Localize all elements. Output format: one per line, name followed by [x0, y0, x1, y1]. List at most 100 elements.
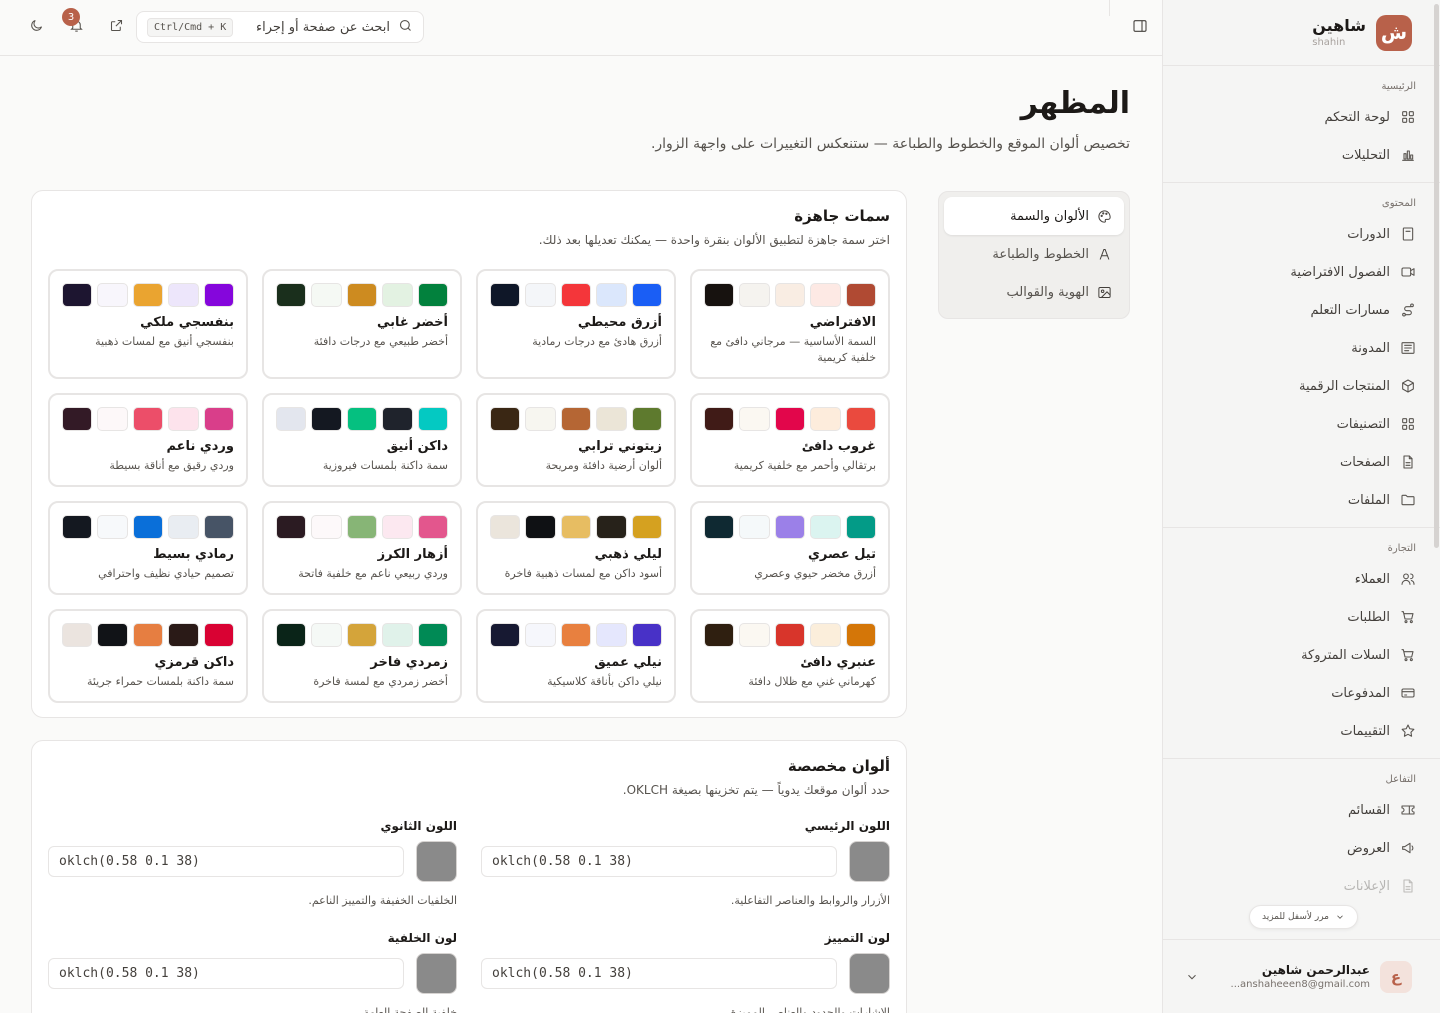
route-icon: [1400, 302, 1416, 318]
sidebar-item[interactable]: الملفات: [1163, 481, 1440, 519]
sidebar-item[interactable]: مسارات التعلم: [1163, 291, 1440, 329]
theme-card[interactable]: عنبري دافئ كهرماني غني مع ظلال دافئة: [690, 609, 890, 703]
theme-name: الافتراضي: [809, 315, 876, 330]
color-swatch: [560, 515, 592, 539]
theme-card[interactable]: نيلي عميق نيلي داكن بأناقة كلاسيكية: [476, 609, 676, 703]
color-value-input[interactable]: [481, 846, 837, 877]
sidebar-item[interactable]: العملاء: [1163, 560, 1440, 598]
search-box[interactable]: ابحث عن صفحة أو إجراء Ctrl/Cmd + K: [136, 11, 424, 43]
scroll-more-hint[interactable]: مرر لأسفل للمزيد: [1248, 905, 1358, 929]
sidebar-item[interactable]: لوحة التحكم: [1163, 98, 1440, 136]
shortcut-hint: Ctrl/Cmd + K: [147, 17, 234, 37]
grid-icon: [1400, 109, 1416, 125]
theme-swatches: [61, 623, 234, 647]
chevron-down-icon: [1337, 915, 1343, 919]
cart-icon: [1400, 647, 1416, 663]
sidebar-item[interactable]: المدفوعات: [1163, 674, 1440, 712]
theme-description: أزرق هادئ مع درجات رمادية: [532, 335, 662, 348]
sidebar-item[interactable]: الفصول الافتراضية: [1163, 253, 1440, 291]
sidebar-item[interactable]: الصفحات: [1163, 443, 1440, 481]
theme-card[interactable]: داكن أنيق سمة داكنة بلمسات فيروزية: [262, 393, 462, 487]
color-value-input[interactable]: [48, 846, 404, 877]
theme-card[interactable]: تيل عصري أزرق مخضر حيوي وعصري: [690, 501, 890, 595]
color-swatch: [311, 623, 342, 647]
tab[interactable]: الخطوط والطباعة: [944, 235, 1124, 273]
sidebar-item[interactable]: الدورات: [1163, 215, 1440, 253]
sidebar-item[interactable]: الإعلانات: [1163, 867, 1440, 905]
sidebar-scrollbar[interactable]: [1432, 0, 1440, 1013]
sidebar-item-label: الصفحات: [1339, 454, 1390, 470]
theme-name: ليلي ذهبي: [594, 547, 662, 562]
brand[interactable]: ش شاهين shahin: [1163, 0, 1440, 66]
theme-card[interactable]: أزرق محيطي أزرق هادئ مع درجات رمادية: [476, 269, 676, 379]
sidebar-item[interactable]: التحليلات: [1163, 136, 1440, 174]
theme-card[interactable]: بنفسجي ملكي بنفسجي أنيق مع لمسات ذهبية: [48, 269, 248, 379]
theme-card[interactable]: أزهار الكرز وردي ربيعي ناعم مع خلفية فاتح…: [262, 501, 462, 595]
users-icon: [1400, 571, 1416, 587]
color-swatch: [489, 623, 521, 647]
notification-badge: 3: [62, 8, 80, 26]
color-swatch: [132, 407, 164, 431]
external-link-icon[interactable]: [104, 18, 124, 38]
color-swatch: [703, 515, 735, 539]
color-swatch: [560, 407, 592, 431]
theme-card[interactable]: وردي ناعم وردي رقيق مع أناقة بسيطة: [48, 393, 248, 487]
search-input[interactable]: ابحث عن صفحة أو إجراء: [241, 20, 390, 35]
color-swatch: [703, 407, 735, 431]
theme-card[interactable]: زمردي فاخر أخضر زمردي مع لمسة فاخرة: [262, 609, 462, 703]
theme-card[interactable]: الافتراضي السمة الأساسية — مرجاني دافئ مع…: [690, 269, 890, 379]
theme-card[interactable]: ليلي ذهبي أسود داكن مع لمسات ذهبية فاخرة: [476, 501, 676, 595]
theme-grid: الافتراضي السمة الأساسية — مرجاني دافئ مع…: [48, 269, 890, 703]
chevron-down-icon[interactable]: [1183, 969, 1199, 985]
theme-card[interactable]: داكن قرمزي سمة داكنة بلمسات حمراء جريئة: [48, 609, 248, 703]
color-swatch: [382, 515, 413, 539]
theme-card[interactable]: أخضر غابي أخضر طبيعي مع درجات دافئة: [262, 269, 462, 379]
palette-icon: [1097, 209, 1112, 224]
sidebar-item-label: مسارات التعلم: [1310, 302, 1390, 318]
theme-swatches: [61, 407, 234, 431]
sidebar-item[interactable]: التصنيفات: [1163, 405, 1440, 443]
user-menu[interactable]: ع عبدالرحمن شاهين ...anshaheeen8@gmail.c…: [1163, 939, 1440, 1013]
color-value-input[interactable]: [48, 958, 404, 989]
theme-description: وردي رقيق مع أناقة بسيطة: [109, 459, 234, 472]
field-label: اللون الرئيسي: [804, 819, 890, 833]
sidebar-item[interactable]: الطلبات: [1163, 598, 1440, 636]
color-value-input[interactable]: [481, 958, 837, 989]
sidebar-item[interactable]: القسائم: [1163, 791, 1440, 829]
sidebar-toggle-icon[interactable]: [1128, 18, 1148, 38]
color-picker[interactable]: [849, 953, 890, 994]
scrollbar-thumb[interactable]: [1434, 4, 1439, 548]
color-swatch: [810, 623, 841, 647]
color-swatch: [417, 407, 448, 431]
sidebar-item-label: القسائم: [1348, 802, 1390, 818]
tab[interactable]: الألوان والسمة: [944, 197, 1124, 235]
sidebar-item[interactable]: المدونة: [1163, 329, 1440, 367]
color-swatch: [596, 623, 627, 647]
bell-icon[interactable]: 3: [62, 8, 84, 38]
nav-group: المحتوى الدورات الفصول الافتراضية مسارات ال…: [1163, 193, 1440, 528]
theme-card[interactable]: غروب دافئ برتقالي وأحمر مع خلفية كريمية: [690, 393, 890, 487]
color-picker[interactable]: [416, 953, 457, 994]
color-fields: اللون الرئيسي الأزرار والروابط والعناصر ا…: [48, 819, 890, 1013]
color-swatch: [132, 515, 164, 539]
color-picker[interactable]: [416, 841, 457, 882]
sidebar-item[interactable]: السلات المتروكة: [1163, 636, 1440, 674]
theme-name: زمردي فاخر: [370, 655, 448, 670]
sidebar-item[interactable]: العروض: [1163, 829, 1440, 867]
color-swatch: [97, 623, 128, 647]
sidebar-item[interactable]: المنتجات الرقمية: [1163, 367, 1440, 405]
theme-card[interactable]: زيتوني ترابي ألوان أرضية دافئة ومريحة: [476, 393, 676, 487]
file-icon: [1400, 878, 1416, 894]
color-swatch: [417, 283, 448, 307]
color-swatch: [417, 515, 448, 539]
color-picker[interactable]: [849, 841, 890, 882]
package-icon: [1400, 378, 1416, 394]
tab[interactable]: الهوية والقوالب: [944, 273, 1124, 311]
theme-card[interactable]: رمادي بسيط تصميم حيادي نظيف واحترافي: [48, 501, 248, 595]
sidebar-item-label: لوحة التحكم: [1324, 109, 1390, 125]
sidebar-item[interactable]: التقييمات: [1163, 712, 1440, 750]
nav-group: التجارة العملاء الطلبات السلات المتروكة المد…: [1163, 538, 1440, 759]
moon-icon[interactable]: [24, 18, 44, 38]
nav-group: الرئيسية لوحة التحكم التحليلات: [1163, 76, 1440, 183]
theme-description: سمة داكنة بلمسات حمراء جريئة: [86, 675, 234, 688]
